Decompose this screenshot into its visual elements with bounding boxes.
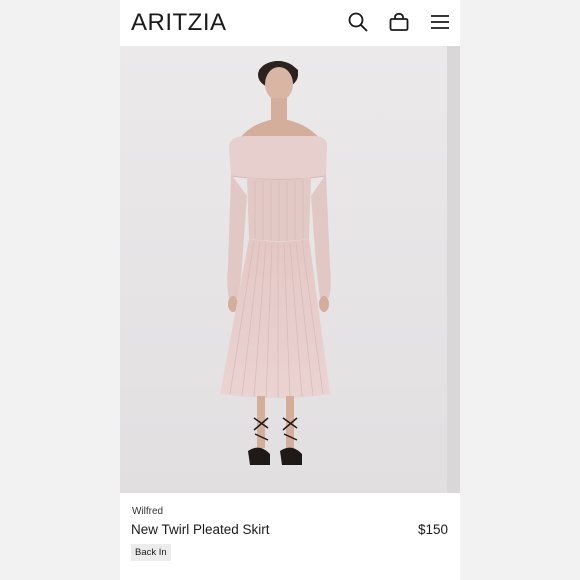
product-image[interactable] [120,46,460,493]
bag-icon[interactable] [388,11,410,33]
product-brand: Wilfred [132,506,164,517]
site-header: ARITZIA [120,0,460,46]
menu-icon[interactable] [429,11,451,33]
search-icon[interactable] [347,11,369,33]
product-name[interactable]: New Twirl Pleated Skirt [131,522,270,537]
status-badge: Back In [131,544,171,561]
brand-logo[interactable]: ARITZIA [131,9,227,37]
product-info: Wilfred New Twirl Pleated Skirt $150 Bac… [120,493,460,580]
product-photo-illustration [120,46,460,493]
app-frame: ARITZIA Wilfred New Twirl Pleated Skirt … [120,0,460,580]
product-price: $150 [417,522,448,537]
